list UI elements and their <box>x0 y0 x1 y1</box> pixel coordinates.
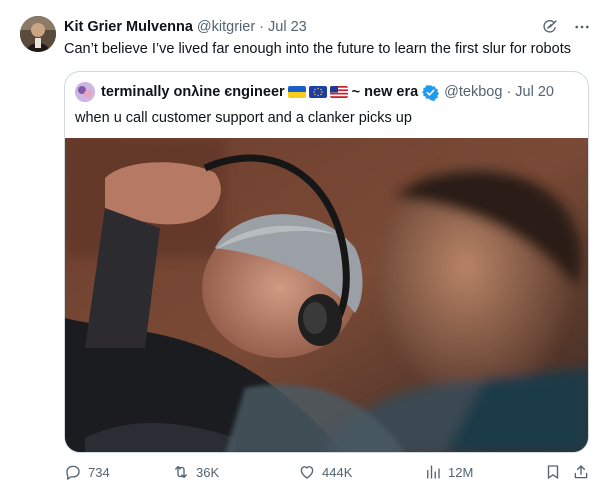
tweet[interactable]: Kit Grier Mulvenna @kitgrier · Jul 23 Ca… <box>0 0 609 495</box>
reply-button[interactable]: 734 <box>64 462 110 482</box>
tweet-date[interactable]: Jul 23 <box>268 19 307 35</box>
quoted-tweet-photo[interactable] <box>65 138 588 452</box>
verified-badge-icon[interactable] <box>422 84 440 101</box>
view-count: 12M <box>448 464 474 480</box>
us-flag-icon <box>329 86 348 98</box>
author-handle[interactable]: @kitgrier <box>197 19 255 35</box>
reply-icon <box>66 465 80 480</box>
quoted-separator-dot: · <box>506 84 512 100</box>
author-avatar[interactable] <box>20 16 56 52</box>
quoted-author-name-suffix: ~ new era <box>351 84 419 100</box>
quoted-author-handle[interactable]: @tekbog <box>444 84 502 100</box>
author-display-name[interactable]: Kit Grier Mulvenna <box>64 19 193 35</box>
ukraine-flag-icon <box>287 86 306 98</box>
share-button[interactable] <box>572 462 590 482</box>
eu-flag-icon <box>308 86 327 98</box>
like-count: 444K <box>322 464 353 480</box>
tweet-actions: 734 36K 444K 12M <box>64 462 591 482</box>
repost-button[interactable]: 36K <box>172 462 219 482</box>
more-icon[interactable] <box>573 18 591 41</box>
separator-dot: · <box>259 19 264 35</box>
heart-icon <box>300 466 314 479</box>
quoted-author-line: terminally onλine єngineer ~ new era @te… <box>75 82 554 102</box>
grok-icon[interactable] <box>541 18 559 41</box>
tweet-top-icons <box>541 18 591 41</box>
reply-count: 734 <box>88 464 110 480</box>
quoted-tweet-date[interactable]: Jul 20 <box>515 84 554 100</box>
repost-icon <box>175 466 187 478</box>
quoted-author-display-name[interactable]: terminally onλine єngineer <box>101 84 285 100</box>
quoted-tweet-text: when u call customer support and a clank… <box>75 110 412 126</box>
analytics-icon <box>427 465 440 479</box>
quoted-author-avatar[interactable] <box>75 82 95 102</box>
bookmark-button[interactable] <box>544 462 562 482</box>
like-button[interactable]: 444K <box>298 462 352 482</box>
author-line: Kit Grier Mulvenna @kitgrier · Jul 23 <box>64 18 307 36</box>
tweet-text: Can’t believe I’ve lived far enough into… <box>64 41 571 57</box>
share-icon <box>574 465 588 479</box>
bookmark-icon <box>547 465 559 479</box>
views-button[interactable]: 12M <box>424 462 473 482</box>
quoted-tweet[interactable]: terminally onλine єngineer ~ new era @te… <box>64 71 589 453</box>
repost-count: 36K <box>196 464 220 480</box>
